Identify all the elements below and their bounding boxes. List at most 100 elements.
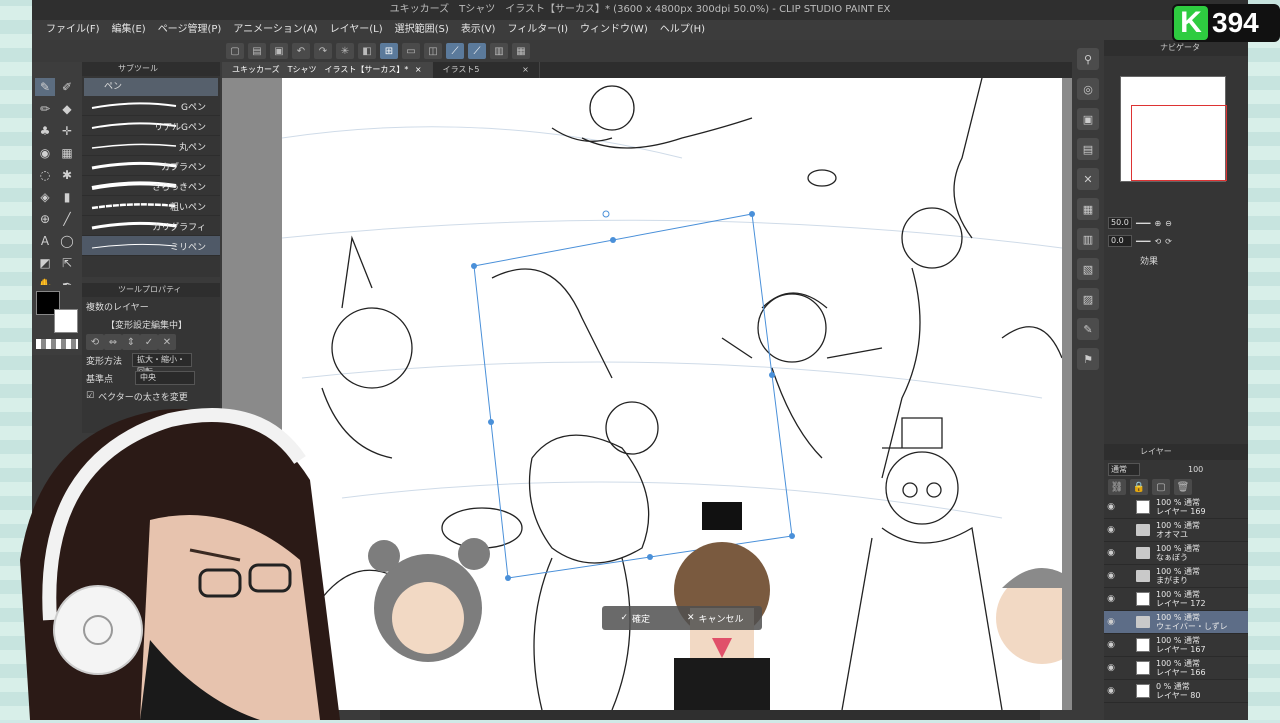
- delete-icon[interactable]: ✕: [1077, 168, 1099, 190]
- rotate-slider[interactable]: ━━━: [1136, 237, 1150, 246]
- brush-tool-icon[interactable]: ✏: [35, 100, 55, 118]
- navigator-thumbnail[interactable]: [1120, 76, 1227, 182]
- subtool-group-pen[interactable]: ペン: [84, 78, 218, 96]
- menu-help[interactable]: ヘルプ(H): [654, 20, 711, 40]
- lasso-tool-icon[interactable]: ◌: [35, 166, 55, 184]
- layer-row[interactable]: ◉ 100 % 通常 オオマユ: [1104, 519, 1248, 542]
- redo-icon[interactable]: ↷: [314, 43, 332, 59]
- menu-file[interactable]: ファイル(F): [40, 20, 106, 40]
- new-file-icon[interactable]: ▢: [226, 43, 244, 59]
- layer-row[interactable]: ◉ 100 % 通常 レイヤー 169: [1104, 496, 1248, 519]
- confirm-icon[interactable]: ✓: [140, 334, 158, 350]
- line-tool-icon[interactable]: ╱: [57, 210, 77, 228]
- snap-grid-icon[interactable]: ▥: [490, 43, 508, 59]
- layer-row[interactable]: ◉ 100 % 通常 まがまり: [1104, 565, 1248, 588]
- menu-window[interactable]: ウィンドウ(W): [574, 20, 654, 40]
- tab-illustration-5[interactable]: イラスト5 ×: [433, 62, 540, 78]
- eye-icon[interactable]: ◉: [1104, 617, 1118, 627]
- eye-icon[interactable]: ◉: [1104, 594, 1118, 604]
- tab-circus-illustration[interactable]: ユキッカーズ Tシャツ イラスト【サーカス】* ×: [222, 62, 433, 78]
- clear-icon[interactable]: ✳: [336, 43, 354, 59]
- transparent-color-swatch[interactable]: [36, 339, 78, 349]
- brush-item-maru-pen[interactable]: 丸ペン: [82, 136, 220, 156]
- eye-icon[interactable]: ◉: [1104, 663, 1118, 673]
- zoom-in-icon[interactable]: ⊕: [1154, 219, 1161, 228]
- ruler-tool-icon[interactable]: ⇱: [57, 254, 77, 272]
- brush-item-real-g-pen[interactable]: リアルGペン: [82, 116, 220, 136]
- brush-item-rough-pen[interactable]: 粗いペン: [82, 196, 220, 216]
- layer-row[interactable]: ◉ 0 % 通常 レイヤー 80: [1104, 680, 1248, 703]
- eye-icon[interactable]: ◉: [1104, 686, 1118, 696]
- menu-layer[interactable]: レイヤー(L): [324, 20, 389, 40]
- flip-horizontal-icon[interactable]: ⇔: [104, 334, 122, 350]
- blend-mode-select[interactable]: 通常: [1108, 462, 1140, 476]
- eyedropper-tool-icon[interactable]: ⊕: [35, 210, 55, 228]
- navigator-viewport-frame[interactable]: [1131, 105, 1227, 181]
- search-icon[interactable]: ◎: [1077, 78, 1099, 100]
- folder-icon[interactable]: ▥: [1077, 228, 1099, 250]
- tab-close-icon[interactable]: ×: [522, 65, 529, 74]
- reset-icon[interactable]: ⟲: [86, 334, 104, 350]
- history-icon[interactable]: ▨: [1077, 288, 1099, 310]
- brush-item-calligraphy[interactable]: カリグラフィ: [82, 216, 220, 236]
- character-icon[interactable]: ⚑: [1077, 348, 1099, 370]
- tab-close-icon[interactable]: ×: [415, 65, 422, 74]
- transform-icon[interactable]: ⊞: [380, 43, 398, 59]
- rotate-value[interactable]: 0.0: [1108, 235, 1132, 247]
- opacity-value[interactable]: 100: [1188, 465, 1203, 474]
- snap-ruler-icon[interactable]: ⟋: [446, 43, 464, 59]
- eye-icon[interactable]: ◉: [1104, 502, 1118, 512]
- pivot-select[interactable]: 中央: [135, 371, 196, 385]
- new-layer-icon[interactable]: ▢: [1152, 479, 1170, 495]
- undo-icon[interactable]: ↶: [292, 43, 310, 59]
- cancel-button[interactable]: ✕ キャンセル: [687, 612, 744, 625]
- brush-item-milli-pen[interactable]: ミリペン: [82, 236, 220, 256]
- layer-property-icon[interactable]: ▧: [1077, 258, 1099, 280]
- layer-row[interactable]: ◉ 100 % 通常 レイヤー 167: [1104, 634, 1248, 657]
- grid-tool-icon[interactable]: ▦: [57, 144, 77, 162]
- confirm-button[interactable]: ✓ 確定: [620, 612, 650, 625]
- layer-row[interactable]: ◉ 100 % 通常 レイヤー 172: [1104, 588, 1248, 611]
- pencil-tool-icon[interactable]: ✐: [57, 78, 77, 96]
- layer-row[interactable]: ◉ 100 % 通常 なぁぼう: [1104, 542, 1248, 565]
- background-color-swatch[interactable]: [54, 309, 78, 333]
- brush-item-g-pen[interactable]: Gペン: [82, 96, 220, 116]
- edit-icon[interactable]: ✎: [1077, 318, 1099, 340]
- magic-wand-icon[interactable]: ✱: [57, 166, 77, 184]
- save-icon[interactable]: ▣: [270, 43, 288, 59]
- zoom-slider[interactable]: ━━━: [1136, 219, 1150, 228]
- text-tool-icon[interactable]: A: [35, 232, 55, 250]
- decoration-tool-icon[interactable]: ♣: [35, 122, 55, 140]
- eye-icon[interactable]: ◉: [1104, 640, 1118, 650]
- menu-selection[interactable]: 選択範囲(S): [389, 20, 455, 40]
- brush-item-sarakki-pen[interactable]: さらっきペン: [82, 176, 220, 196]
- clip-icon[interactable]: ⛓: [1108, 479, 1126, 495]
- menu-page[interactable]: ページ管理(P): [152, 20, 228, 40]
- deselect-icon[interactable]: ▭: [402, 43, 420, 59]
- settings-icon[interactable]: ▦: [512, 43, 530, 59]
- blend-tool-icon[interactable]: ◉: [35, 144, 55, 162]
- transform-method-select[interactable]: 拡大・縮小・回転: [132, 353, 193, 376]
- menu-animation[interactable]: アニメーション(A): [227, 20, 323, 40]
- fill-tool-icon[interactable]: ◈: [35, 188, 55, 206]
- material-icon[interactable]: ▣: [1077, 108, 1099, 130]
- eye-icon[interactable]: ◉: [1104, 525, 1118, 535]
- open-file-icon[interactable]: ▤: [248, 43, 266, 59]
- cancel-icon[interactable]: ✕: [158, 334, 176, 350]
- image-icon[interactable]: ▤: [1077, 138, 1099, 160]
- invert-selection-icon[interactable]: ◫: [424, 43, 442, 59]
- lock-icon[interactable]: 🔒: [1130, 479, 1148, 495]
- snap-special-ruler-icon[interactable]: ⟋: [468, 43, 486, 59]
- rotate-right-icon[interactable]: ⟳: [1165, 237, 1172, 246]
- layer-row-selected[interactable]: ◉ 100 % 通常 ウェイバー・しずレ: [1104, 611, 1248, 634]
- zoom-value[interactable]: 50.0: [1108, 217, 1132, 229]
- gradient-tool-icon[interactable]: ▮: [57, 188, 77, 206]
- figure-icon[interactable]: ⚲: [1077, 48, 1099, 70]
- move-tool-icon[interactable]: ✛: [57, 122, 77, 140]
- zoom-out-icon[interactable]: ⊖: [1165, 219, 1172, 228]
- menu-filter[interactable]: フィルター(I): [501, 20, 574, 40]
- fill-icon[interactable]: ◧: [358, 43, 376, 59]
- balloon-tool-icon[interactable]: ◯: [57, 232, 77, 250]
- menu-view[interactable]: 表示(V): [455, 20, 502, 40]
- brush-item-kabura-pen[interactable]: カブラペン: [82, 156, 220, 176]
